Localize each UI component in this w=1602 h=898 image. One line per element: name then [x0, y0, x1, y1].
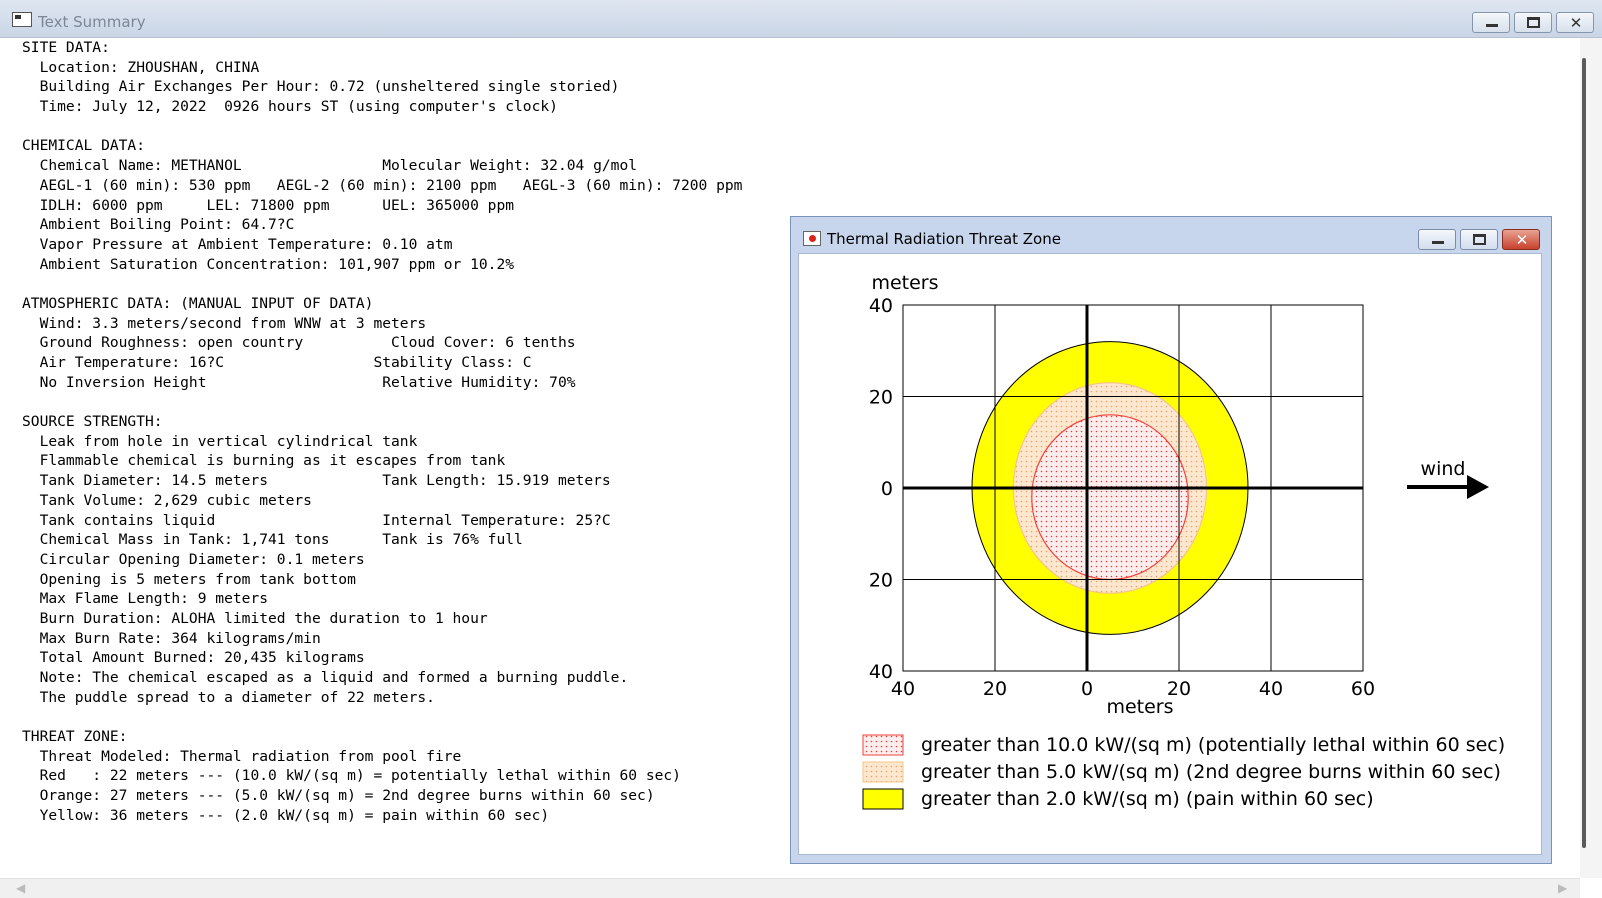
threat-zone-window-title: Thermal Radiation Threat Zone [827, 230, 1061, 248]
legend-label: greater than 5.0 kW/(sq m) (2nd degree b… [921, 761, 1501, 783]
child-close-button[interactable]: ✕ [1502, 229, 1540, 250]
y-tick-label: 40 [869, 295, 893, 317]
report-line: THREAT ZONE: [22, 728, 128, 746]
threat-zone-window[interactable]: Thermal Radiation Threat Zone ✕ 40 20 0 20 4… [790, 216, 1552, 864]
y-tick-label: 20 [869, 387, 893, 409]
maximize-icon [1473, 234, 1486, 245]
y-axis-label: meters [871, 272, 938, 294]
report-line: Max Flame Length: 9 meters [22, 590, 269, 608]
x-tick-label: 40 [1259, 678, 1283, 700]
legend-swatch [862, 788, 904, 810]
report-line: Wind: 3.3 meters/second from WNW at 3 me… [22, 314, 427, 332]
y-tick-label: 20 [869, 570, 893, 592]
report-line: Ambient Saturation Concentration: 101,90… [22, 255, 515, 273]
report-line: Max Burn Rate: 364 kilograms/min [22, 629, 321, 647]
report-line: Opening is 5 meters from tank bottom [22, 570, 356, 588]
close-icon: ✕ [1515, 231, 1529, 249]
horizontal-scrollbar[interactable] [0, 878, 1580, 898]
report-line: Flammable chemical is burning as it esca… [22, 452, 506, 470]
threat-zone-window-icon [803, 231, 821, 246]
minimize-button[interactable] [1472, 12, 1510, 33]
maximize-button[interactable] [1514, 12, 1552, 33]
title-bar: Text Summary ✕ [0, 0, 1602, 38]
legend-label: greater than 2.0 kW/(sq m) (pain within … [921, 788, 1374, 810]
child-minimize-button[interactable] [1418, 229, 1456, 250]
threat-zone-canvas: 40 20 0 20 40 60 40 20 0 20 40 meters meters wind grea… [798, 253, 1542, 855]
report-line: Total Amount Burned: 20,435 kilograms [22, 649, 365, 667]
report-line: Circular Opening Diameter: 0.1 meters [22, 550, 365, 568]
report-line: Chemical Name: METHANOL Molecular Weight… [22, 157, 638, 175]
report-line: CHEMICAL DATA: [22, 137, 146, 155]
legend-swatch [862, 734, 904, 756]
red-threat-zone [1031, 414, 1189, 581]
report-line: Leak from hole in vertical cylindrical t… [22, 432, 418, 450]
x-axis-label: meters [1106, 696, 1173, 718]
vertical-scroll-thumb[interactable] [1582, 58, 1586, 848]
legend-swatch [862, 761, 904, 783]
report-line [22, 392, 742, 412]
report-line: SOURCE STRENGTH: [22, 413, 163, 431]
close-button[interactable]: ✕ [1556, 12, 1594, 33]
wind-label: wind [1421, 458, 1466, 480]
report-line: The puddle spread to a diameter of 22 me… [22, 688, 435, 706]
report-line: Red : 22 meters --- (10.0 kW/(sq m) = po… [22, 767, 681, 785]
x-tick-label: 60 [1351, 678, 1375, 700]
app-window-icon [12, 12, 32, 27]
report-line: Tank contains liquid Internal Temperatur… [22, 511, 611, 529]
minimize-icon [1486, 24, 1498, 27]
report-line [22, 117, 742, 137]
summary-report: SITE DATA: Location: ZHOUSHAN, CHINA Bui… [22, 38, 742, 826]
minimize-icon [1432, 241, 1444, 244]
wind-arrow-icon [1467, 475, 1489, 499]
x-tick-label: 20 [983, 678, 1007, 700]
report-line [22, 707, 742, 727]
report-line: Air Temperature: 16?C Stability Class: C [22, 354, 532, 371]
report-line: Burn Duration: ALOHA limited the duratio… [22, 609, 488, 627]
report-line [22, 274, 742, 294]
report-line: Tank Diameter: 14.5 meters Tank Length: … [22, 472, 611, 490]
legend-label: greater than 10.0 kW/(sq m) (potentially… [921, 734, 1505, 756]
report-line: Location: ZHOUSHAN, CHINA [22, 58, 260, 76]
maximize-icon [1527, 17, 1540, 28]
report-line: No Inversion Height Relative Humidity: 7… [22, 373, 576, 391]
report-line: Ambient Boiling Point: 64.7?C [22, 216, 295, 234]
report-line: Tank Volume: 2,629 cubic meters [22, 491, 312, 509]
report-line: IDLH: 6000 ppm LEL: 71800 ppm UEL: 36500… [22, 196, 515, 214]
scroll-right-icon[interactable]: ▶ [1558, 881, 1567, 895]
x-tick-label: 40 [891, 678, 915, 700]
y-tick-label: 0 [881, 478, 893, 500]
report-line: Orange: 27 meters --- (5.0 kW/(sq m) = 2… [22, 787, 655, 805]
report-line: SITE DATA: [22, 39, 110, 56]
x-tick-label: 0 [1081, 678, 1093, 700]
report-line: Threat Modeled: Thermal radiation from p… [22, 747, 462, 765]
report-line: AEGL-1 (60 min): 530 ppm AEGL-2 (60 min)… [22, 176, 743, 194]
report-line: ATMOSPHERIC DATA: (MANUAL INPUT OF DATA) [22, 294, 374, 312]
report-line: Yellow: 36 meters --- (2.0 kW/(sq m) = p… [22, 806, 550, 824]
report-line: Time: July 12, 2022 0926 hours ST (using… [22, 98, 558, 116]
threat-zone-plot: 40 20 0 20 40 60402002040metersmeterswindgrea… [862, 272, 1505, 810]
report-line: Note: The chemical escaped as a liquid a… [22, 669, 629, 686]
report-line: Ground Roughness: open country Cloud Cov… [22, 334, 576, 352]
window-title: Text Summary [38, 13, 146, 31]
report-line: Building Air Exchanges Per Hour: 0.72 (u… [22, 78, 620, 96]
scroll-left-icon[interactable]: ◀ [16, 881, 25, 895]
close-icon: ✕ [1569, 14, 1583, 32]
child-maximize-button[interactable] [1460, 229, 1498, 250]
report-line: Vapor Pressure at Ambient Temperature: 0… [22, 235, 453, 253]
report-line: Chemical Mass in Tank: 1,741 tons Tank i… [22, 531, 523, 549]
y-tick-label: 40 [869, 661, 893, 683]
